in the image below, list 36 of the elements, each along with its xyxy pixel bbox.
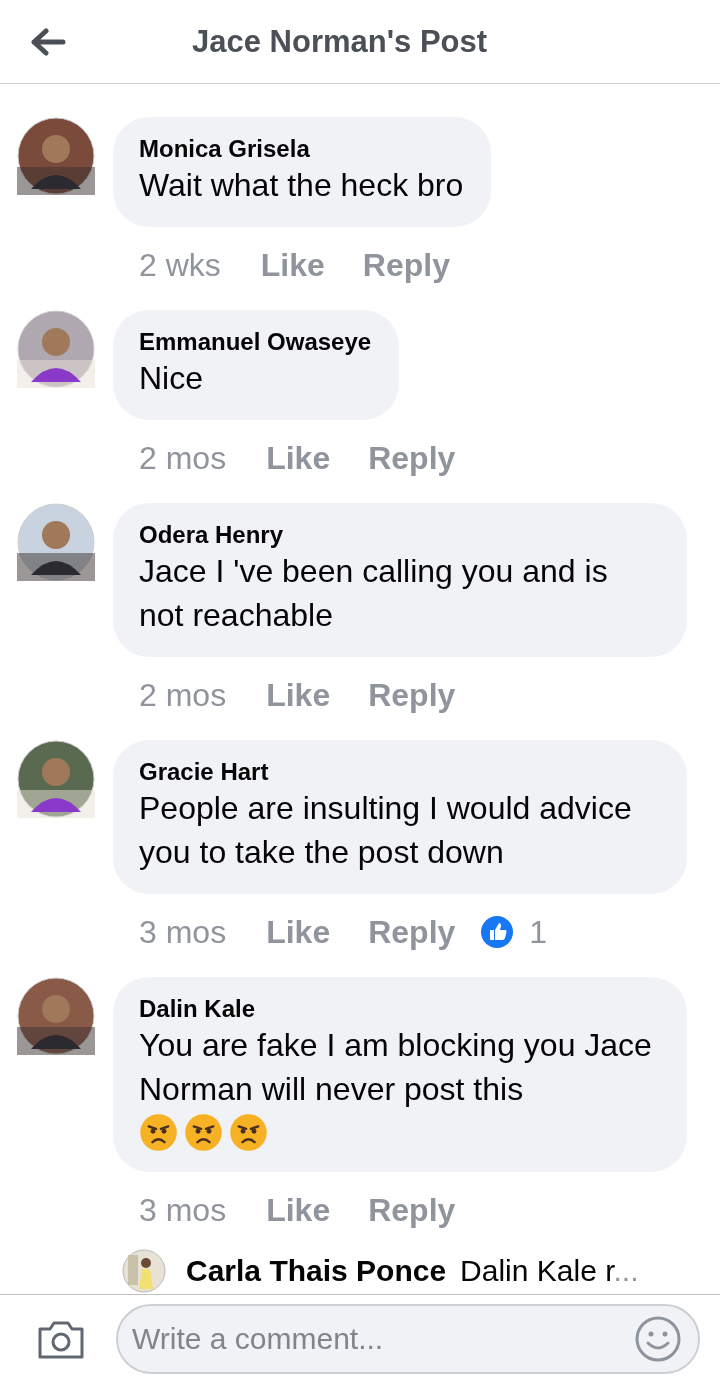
reply-link[interactable]: Reply [368,913,456,951]
page-title: Jace Norman's Post [192,23,488,60]
comment-time: 2 mos [139,676,227,714]
comment-field[interactable]: Write a comment... [116,1303,700,1374]
comment-time: 2 wks [139,246,221,284]
like-link[interactable]: Like [266,676,331,714]
like-link[interactable]: Like [266,913,331,951]
reply-author[interactable]: Carla Thais Ponce [186,1254,447,1288]
reply-link[interactable]: Reply [368,1191,456,1229]
like-link[interactable]: Like [266,439,331,477]
comment-text: Nice [139,359,203,398]
like-reaction-icon [481,916,514,948]
comment-text: You are fake I am blocking you Jace Norman will never post this [139,1026,653,1109]
reply-link[interactable]: Reply [368,676,456,714]
comment-text: Jace I 've been calling you and is not reachable [139,552,609,635]
angry-face-icon [229,1113,268,1152]
angry-face-icon [184,1113,223,1152]
like-link[interactable]: Like [266,1191,331,1229]
commenter-name[interactable]: Gracie Hart [139,758,269,786]
commenter-name[interactable]: Odera Henry [139,521,284,549]
smiley-icon[interactable] [634,1314,682,1363]
comment-text: People are insulting I would advice you to take the post down [139,789,633,872]
comment-time: 2 mos [139,439,227,477]
reply-text: Dalin Kale r... [460,1254,639,1288]
commenter-name[interactable]: Dalin Kale [139,995,256,1023]
reply-link[interactable]: Reply [368,439,456,477]
comment-time: 3 mos [139,913,227,951]
reaction-count: 1 [529,913,548,951]
commenter-name[interactable]: Emmanuel Owaseye [139,328,372,356]
commenter-name[interactable]: Monica Grisela [139,135,310,163]
reply-link[interactable]: Reply [362,246,450,284]
like-link[interactable]: Like [260,246,325,284]
comment-text: Wait what the heck bro [139,166,464,205]
angry-face-icon [139,1113,178,1152]
back-icon[interactable] [30,27,66,56]
comment-time: 3 mos [139,1191,227,1229]
